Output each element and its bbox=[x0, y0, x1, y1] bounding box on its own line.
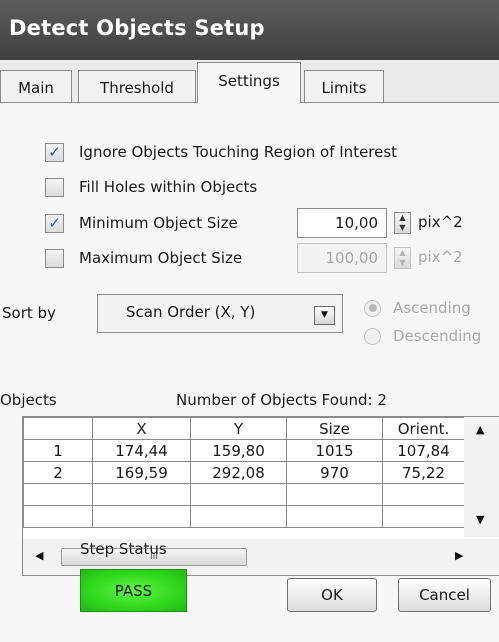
descending-radio[interactable] bbox=[364, 327, 381, 345]
table-row[interactable] bbox=[23, 483, 465, 506]
tab-threshold[interactable]: Threshold bbox=[78, 70, 196, 102]
fill-holes-checkbox[interactable] bbox=[45, 177, 64, 197]
min-size-label: Minimum Object Size bbox=[79, 214, 238, 232]
scroll-down-icon[interactable]: ▼ bbox=[476, 513, 484, 526]
table-row[interactable]: 1 174,44 159,80 1015 107,84 bbox=[23, 439, 465, 462]
table-cell bbox=[286, 505, 383, 528]
min-size-spinner[interactable]: ▲ ▼ bbox=[394, 212, 411, 234]
vertical-scrollbar[interactable]: ▲ ▼ bbox=[464, 417, 499, 537]
ignore-touching-checkbox[interactable]: ✓ bbox=[45, 142, 64, 162]
tab-strip: Main Threshold Limits Settings bbox=[0, 60, 499, 103]
table-header-row: X Y Size Orient. bbox=[23, 417, 465, 440]
table-cell: 159,80 bbox=[190, 439, 287, 462]
max-size-label: Maximum Object Size bbox=[79, 249, 243, 267]
table-cell: 174,44 bbox=[92, 439, 191, 462]
ok-button[interactable]: OK bbox=[287, 578, 377, 612]
column-header-size: Size bbox=[286, 417, 383, 440]
max-size-option[interactable]: Maximum Object Size bbox=[45, 246, 242, 270]
objects-label: Objects bbox=[0, 391, 57, 409]
descending-option[interactable]: Descending bbox=[364, 327, 481, 345]
table-row[interactable] bbox=[23, 505, 465, 528]
table-cell bbox=[382, 505, 465, 528]
table-cell bbox=[92, 483, 191, 506]
tab-main[interactable]: Main bbox=[0, 70, 72, 102]
scroll-up-icon[interactable]: ▲ bbox=[476, 423, 484, 436]
scroll-left-icon[interactable]: ◀ bbox=[35, 549, 43, 562]
sort-by-value: Scan Order (X, Y) bbox=[126, 303, 256, 321]
table-cell: 1015 bbox=[286, 439, 383, 462]
min-size-checkbox[interactable]: ✓ bbox=[45, 213, 64, 233]
table-cell bbox=[190, 483, 287, 506]
cancel-button[interactable]: Cancel bbox=[398, 578, 491, 612]
column-header-x: X bbox=[92, 417, 191, 440]
column-header-y: Y bbox=[190, 417, 287, 440]
descending-label: Descending bbox=[393, 327, 482, 345]
row-index bbox=[23, 505, 93, 528]
sort-by-label: Sort by bbox=[2, 304, 56, 322]
fill-holes-option[interactable]: Fill Holes within Objects bbox=[45, 175, 257, 199]
max-size-unit: pix^2 bbox=[418, 248, 463, 266]
ignore-touching-label: Ignore Objects Touching Region of Intere… bbox=[79, 143, 398, 161]
table-cell bbox=[382, 483, 465, 506]
row-index bbox=[23, 483, 93, 506]
fill-holes-label: Fill Holes within Objects bbox=[79, 178, 258, 196]
row-index: 2 bbox=[23, 461, 93, 484]
step-status-label: Step Status bbox=[80, 540, 167, 558]
table-cell: 75,22 bbox=[382, 461, 465, 484]
tab-limits[interactable]: Limits bbox=[304, 70, 384, 102]
column-header bbox=[23, 417, 93, 440]
min-size-input[interactable]: 10,00 bbox=[297, 208, 387, 238]
table-cell: 107,84 bbox=[382, 439, 465, 462]
sort-by-select[interactable]: Scan Order (X, Y) bbox=[97, 294, 343, 333]
ascending-label: Ascending bbox=[393, 299, 471, 317]
status-badge: PASS bbox=[80, 569, 187, 612]
max-size-checkbox[interactable] bbox=[45, 248, 64, 268]
column-header-orient: Orient. bbox=[382, 417, 465, 440]
table-cell: 970 bbox=[286, 461, 383, 484]
row-index: 1 bbox=[23, 439, 93, 462]
table-cell: 292,08 bbox=[190, 461, 287, 484]
max-size-spinner[interactable]: ▲ ▼ bbox=[394, 247, 411, 269]
scroll-right-icon[interactable]: ▶ bbox=[455, 549, 463, 562]
min-size-option[interactable]: ✓ Minimum Object Size bbox=[45, 211, 238, 235]
ascending-radio[interactable] bbox=[364, 299, 381, 317]
chevron-down-icon[interactable]: ▼ bbox=[314, 306, 335, 325]
ascending-option[interactable]: Ascending bbox=[364, 299, 471, 317]
tab-settings[interactable]: Settings bbox=[197, 62, 301, 103]
objects-grid: X Y Size Orient. 1 174,44 159,80 1015 10… bbox=[23, 417, 465, 528]
table-cell: 169,59 bbox=[92, 461, 191, 484]
table-row[interactable]: 2 169,59 292,08 970 75,22 bbox=[23, 461, 465, 484]
table-cell bbox=[286, 483, 383, 506]
ignore-touching-option[interactable]: ✓ Ignore Objects Touching Region of Inte… bbox=[45, 140, 397, 164]
table-cell bbox=[92, 505, 191, 528]
min-size-unit: pix^2 bbox=[418, 213, 463, 231]
objects-found-count: Number of Objects Found: 2 bbox=[176, 391, 387, 409]
max-size-input[interactable]: 100,00 bbox=[297, 243, 387, 273]
window-title: Detect Objects Setup bbox=[0, 0, 499, 60]
table-cell bbox=[190, 505, 287, 528]
